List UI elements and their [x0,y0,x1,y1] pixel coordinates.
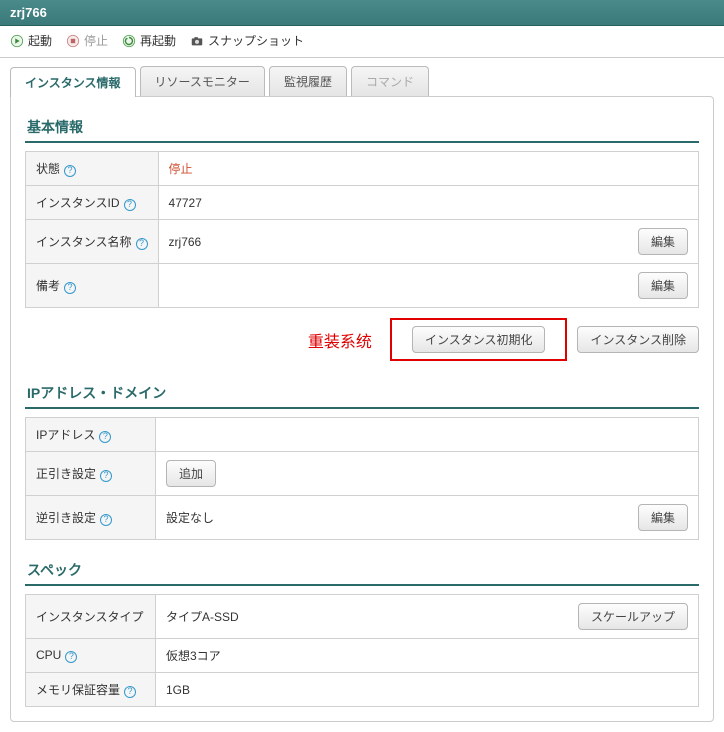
tab-resource-monitor[interactable]: リソースモニター [140,66,265,96]
tab-monitoring-history[interactable]: 監視履歴 [269,66,347,96]
content-panel: 基本情報 状態? 停止 インスタンスID? 47727 インスタンス名称? zr… [10,96,714,722]
label-forward: 正引き設定? [26,452,156,496]
value-instance-id: 47727 [169,196,202,210]
table-row: インスタンスID? 47727 [26,186,699,220]
value-instance-name: zrj766 [169,235,202,249]
table-row: 備考? 編集 [26,264,699,308]
label-reverse: 逆引き設定? [26,496,156,540]
restart-icon [122,34,136,48]
help-icon[interactable]: ? [64,282,76,294]
help-icon[interactable]: ? [100,470,112,482]
snapshot-button[interactable]: スナップショット [190,32,304,49]
help-icon[interactable]: ? [124,686,136,698]
value-cpu: 仮想3コア [166,649,221,663]
value-instance-type: タイプA-SSD [166,608,239,625]
section-title-ip: IPアドレス・ドメイン [25,377,699,409]
label-memory: メモリ保証容量? [26,673,156,707]
section-title-spec: スペック [25,554,699,586]
edit-name-button[interactable]: 編集 [638,228,688,255]
start-icon [10,34,24,48]
table-row: 状態? 停止 [26,152,699,186]
help-icon[interactable]: ? [65,651,77,663]
instance-action-row: 重装系统 インスタンス初期化 インスタンス削除 [25,318,699,361]
ip-table: IPアドレス? 正引き設定? 追加 逆引き設定? 設定なし 編集 [25,417,699,540]
restart-button[interactable]: 再起動 [122,32,176,49]
stop-icon [66,34,80,48]
value-reverse: 設定なし [166,509,214,526]
tab-bar: インスタンス情報 リソースモニター 監視履歴 コマンド [0,58,724,96]
annotation-reinstall: 重装系统 [308,328,372,352]
value-memory: 1GB [166,683,190,697]
restart-label: 再起動 [140,32,176,49]
help-icon[interactable]: ? [64,165,76,177]
snapshot-label: スナップショット [208,32,304,49]
label-instance-name: インスタンス名称? [26,220,159,264]
instance-init-button[interactable]: インスタンス初期化 [412,326,546,353]
table-row: インスタンス名称? zrj766 編集 [26,220,699,264]
tab-instance-info[interactable]: インスタンス情報 [10,67,136,97]
stop-button: 停止 [66,32,108,49]
camera-icon [190,34,204,48]
scaleup-button[interactable]: スケールアップ [578,603,688,630]
help-icon[interactable]: ? [124,199,136,211]
table-row: 逆引き設定? 設定なし 編集 [26,496,699,540]
start-button[interactable]: 起動 [10,32,52,49]
window-titlebar: zrj766 [0,0,724,26]
window-title: zrj766 [10,5,47,20]
stop-label: 停止 [84,32,108,49]
label-instance-type: インスタンスタイプ [26,595,156,639]
edit-reverse-button[interactable]: 編集 [638,504,688,531]
table-row: 正引き設定? 追加 [26,452,699,496]
label-status: 状態? [26,152,159,186]
instance-delete-button[interactable]: インスタンス削除 [577,326,699,353]
annotation-highlight-box: インスタンス初期化 [390,318,568,361]
edit-note-button[interactable]: 編集 [638,272,688,299]
label-cpu: CPU? [26,639,156,673]
add-forward-button[interactable]: 追加 [166,460,216,487]
table-row: IPアドレス? [26,418,699,452]
help-icon[interactable]: ? [100,514,112,526]
tab-command: コマンド [351,66,429,96]
label-ip-address: IPアドレス? [26,418,156,452]
help-icon[interactable]: ? [99,431,111,443]
table-row: CPU? 仮想3コア [26,639,699,673]
start-label: 起動 [28,32,52,49]
help-icon[interactable]: ? [136,238,148,250]
label-note: 備考? [26,264,159,308]
table-row: メモリ保証容量? 1GB [26,673,699,707]
label-instance-id: インスタンスID? [26,186,159,220]
basic-info-table: 状態? 停止 インスタンスID? 47727 インスタンス名称? zrj766 … [25,151,699,308]
toolbar: 起動 停止 再起動 スナップショット [0,26,724,58]
section-title-basic: 基本情報 [25,111,699,143]
spec-table: インスタンスタイプ タイプA-SSD スケールアップ CPU? 仮想3コア メモ… [25,594,699,707]
value-status: 停止 [169,162,193,176]
table-row: インスタンスタイプ タイプA-SSD スケールアップ [26,595,699,639]
